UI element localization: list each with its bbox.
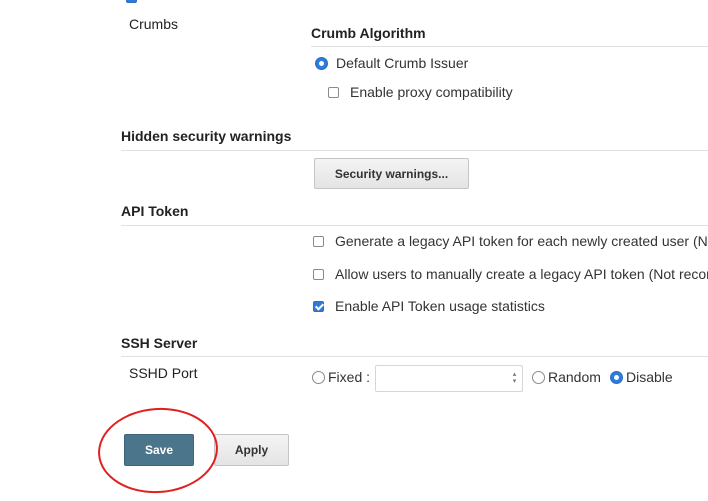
crumb-algorithm-divider: [311, 46, 708, 47]
legacy-token-new-user-checkbox[interactable]: [313, 236, 324, 247]
crumbs-row-label: Crumbs: [129, 16, 179, 32]
ssh-random-label: Random: [548, 369, 601, 385]
default-crumb-issuer-radio[interactable]: [315, 57, 328, 70]
ssh-random-radio[interactable]: [532, 371, 545, 384]
proxy-compatibility-label: Enable proxy compatibility: [350, 84, 513, 100]
ssh-server-divider: [121, 356, 708, 357]
proxy-compatibility-checkbox[interactable]: [328, 87, 339, 98]
save-button[interactable]: Save: [124, 434, 194, 466]
token-usage-stats-label: Enable API Token usage statistics: [335, 298, 545, 314]
manual-legacy-token-checkbox[interactable]: [313, 269, 324, 280]
crumb-algorithm-title: Crumb Algorithm: [311, 25, 426, 41]
hidden-security-warnings-divider: [121, 150, 708, 151]
ssh-disable-label: Disable: [626, 369, 673, 385]
default-crumb-issuer-label: Default Crumb Issuer: [336, 55, 469, 71]
hidden-security-warnings-title: Hidden security warnings: [121, 128, 292, 144]
ssh-disable-radio[interactable]: [610, 371, 623, 384]
ssh-server-title: SSH Server: [121, 335, 198, 351]
manual-legacy-token-label: Allow users to manually create a legacy …: [335, 266, 708, 282]
token-usage-stats-checkbox[interactable]: [313, 301, 324, 312]
cropped-checkbox: [126, 0, 137, 3]
security-warnings-button[interactable]: Security warnings...: [314, 158, 469, 189]
sshd-port-label: SSHD Port: [129, 365, 198, 381]
apply-button[interactable]: Apply: [214, 434, 289, 466]
ssh-port-input[interactable]: ▴ ▾: [375, 365, 523, 392]
api-token-divider: [121, 225, 708, 226]
legacy-token-new-user-label: Generate a legacy API token for each new…: [335, 233, 708, 249]
spinner-arrows-icon[interactable]: ▴ ▾: [511, 371, 518, 385]
ssh-fixed-label: Fixed :: [328, 369, 371, 385]
api-token-title: API Token: [121, 203, 189, 219]
ssh-fixed-radio[interactable]: [312, 371, 325, 384]
